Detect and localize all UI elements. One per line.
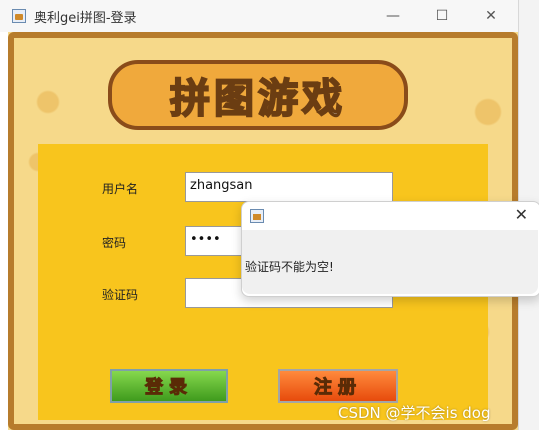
close-icon[interactable]: ✕ bbox=[479, 6, 503, 26]
app-icon bbox=[12, 9, 26, 23]
title-bar[interactable]: 奥利gei拼图-登录 — ☐ ✕ bbox=[0, 0, 518, 32]
logo-text: 拼图游戏 bbox=[169, 75, 346, 123]
dialog-message: 验证码不能为空! bbox=[245, 260, 334, 274]
game-logo: 拼图游戏 bbox=[108, 60, 408, 130]
dialog-close-icon[interactable]: ✕ bbox=[515, 205, 528, 224]
window-title: 奥利gei拼图-登录 bbox=[34, 11, 137, 26]
maximize-icon[interactable]: ☐ bbox=[430, 6, 454, 26]
error-dialog: ✕ 验证码不能为空! bbox=[241, 201, 539, 297]
username-label: 用户名 bbox=[102, 182, 139, 196]
dialog-title-bar[interactable]: ✕ bbox=[242, 202, 538, 230]
username-input[interactable]: zhangsan bbox=[185, 172, 393, 202]
dialog-body: 验证码不能为空! bbox=[242, 230, 538, 294]
register-button-label: 注册 bbox=[314, 377, 362, 399]
password-label: 密码 bbox=[102, 236, 127, 250]
dialog-app-icon bbox=[250, 209, 264, 223]
login-button-label: 登录 bbox=[145, 377, 193, 399]
captcha-label: 验证码 bbox=[102, 288, 139, 302]
login-button[interactable]: 登录 bbox=[110, 369, 228, 403]
watermark: CSDN @学不会is dog bbox=[338, 404, 491, 422]
minimize-icon[interactable]: — bbox=[381, 6, 405, 26]
register-button[interactable]: 注册 bbox=[278, 369, 398, 403]
